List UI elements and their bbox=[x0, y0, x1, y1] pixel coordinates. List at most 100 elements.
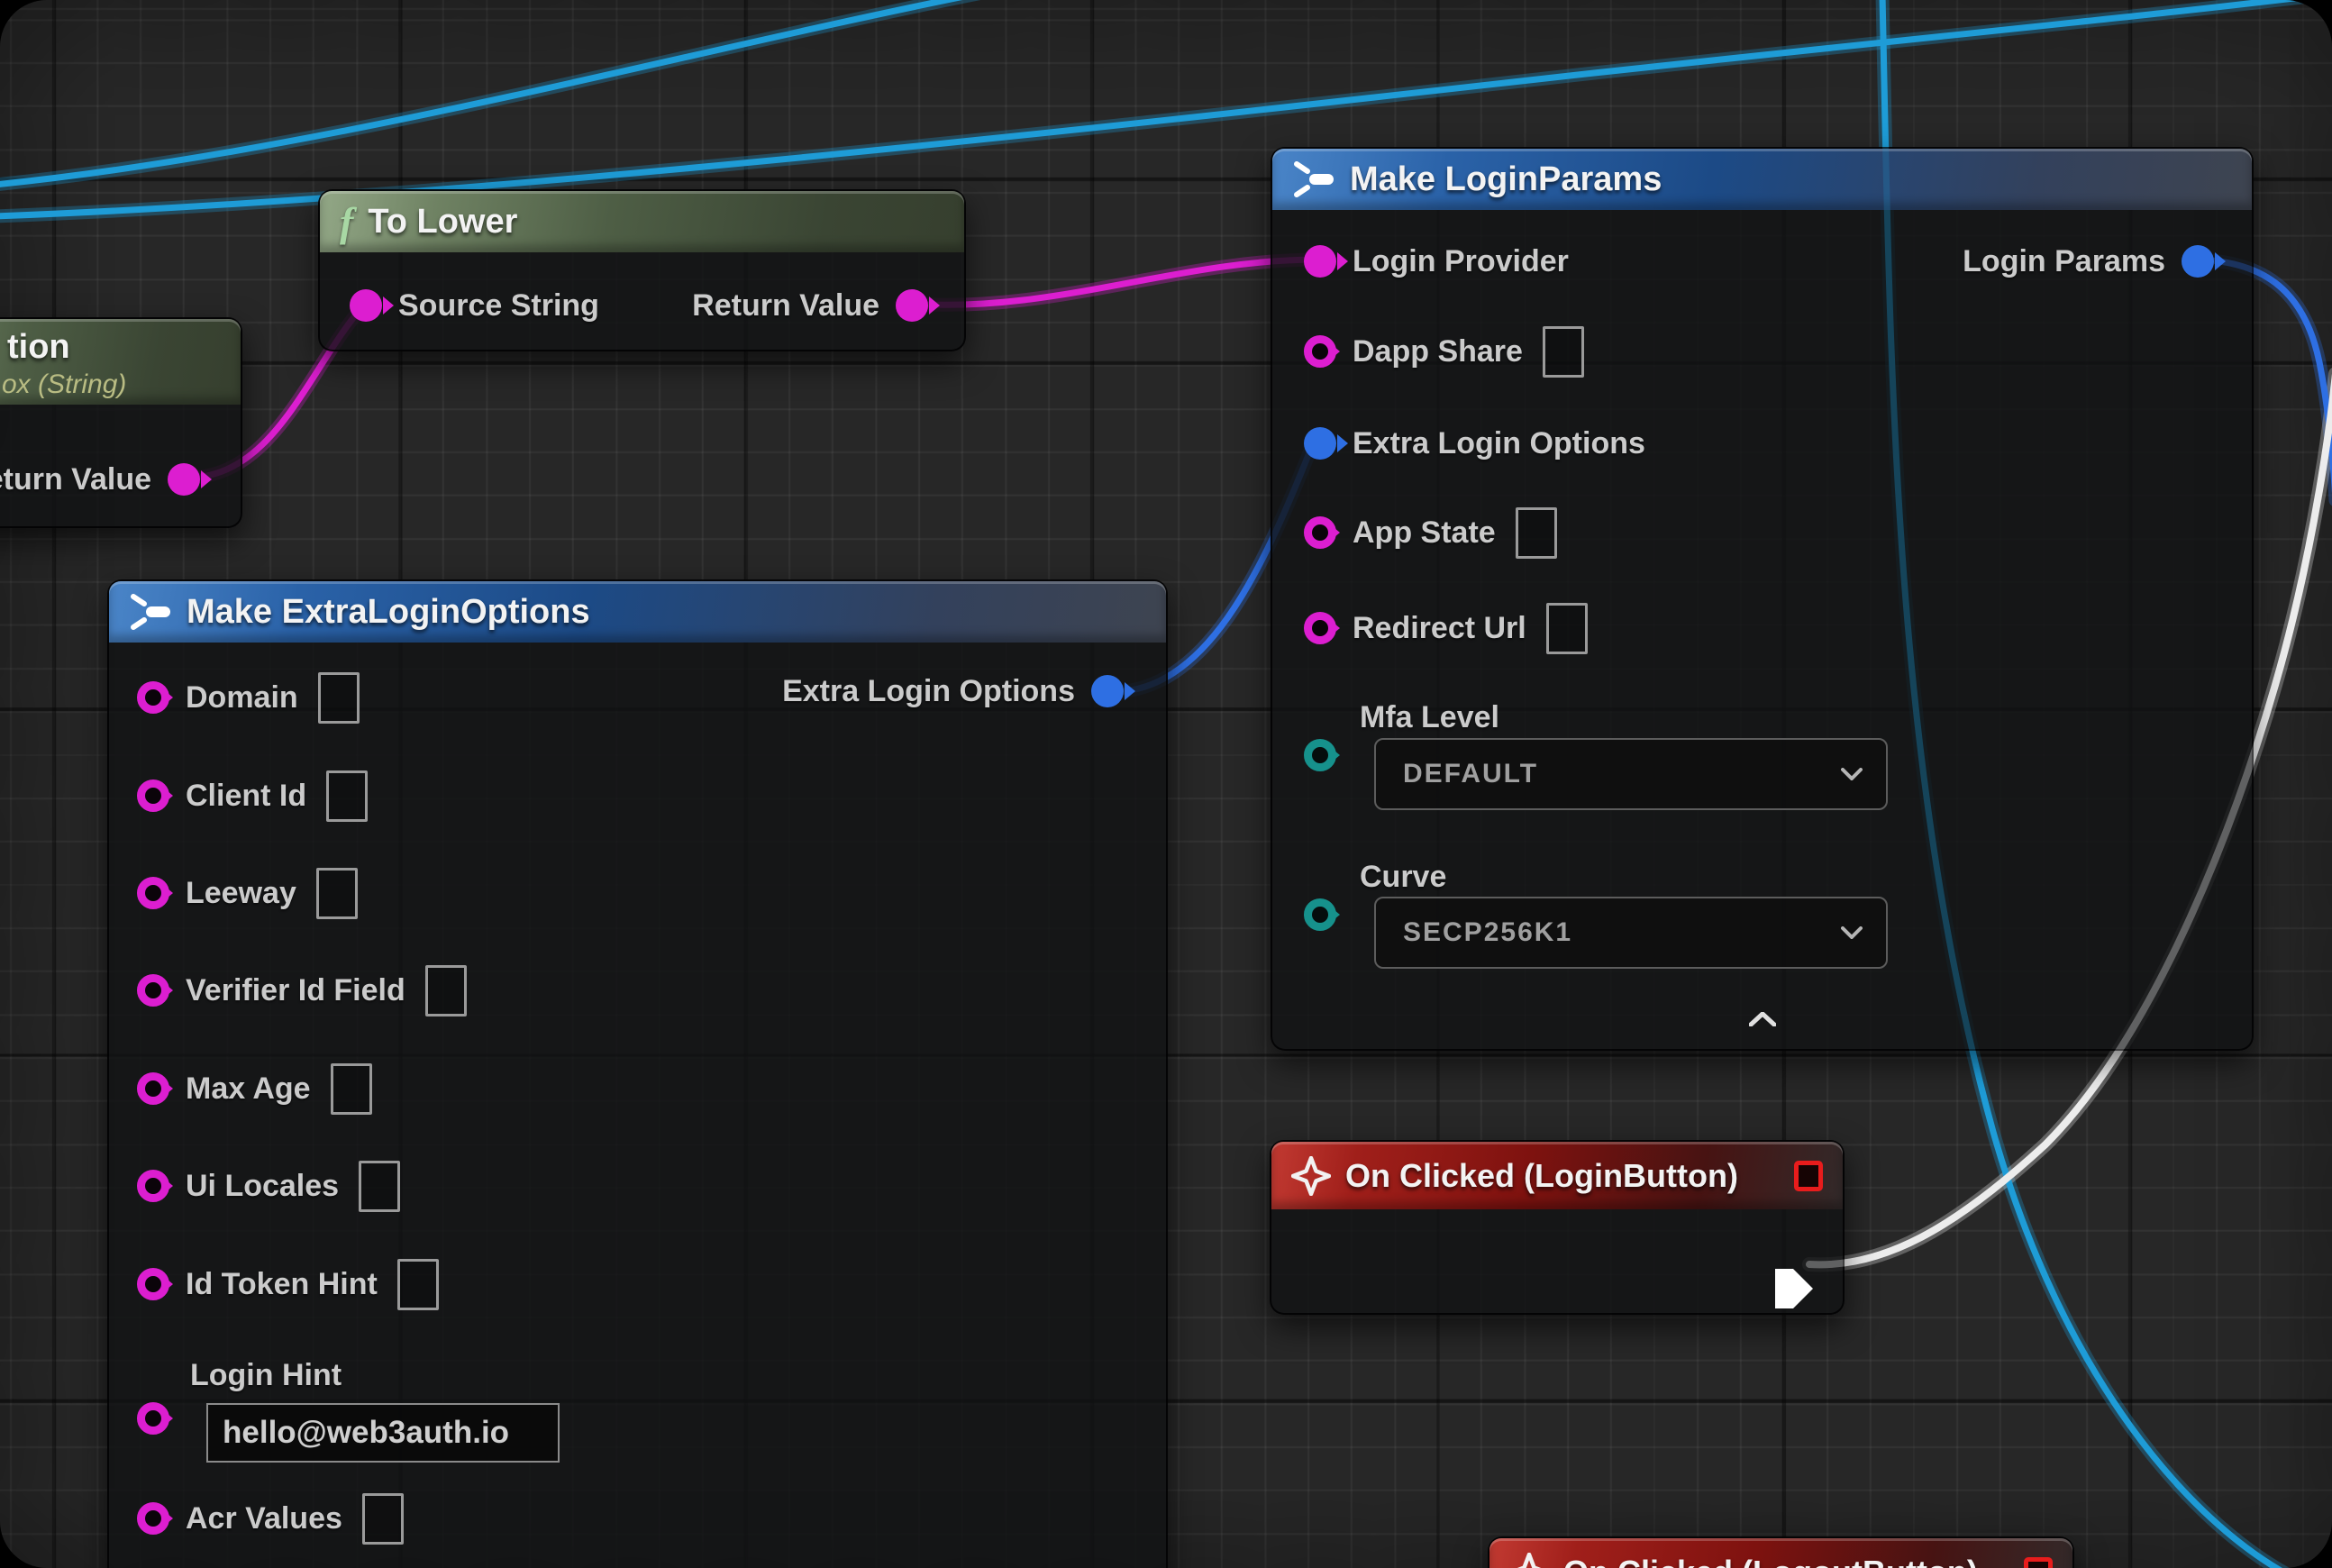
pin-row-acr-values: Acr Values bbox=[137, 1494, 404, 1543]
mfa-level-label: Mfa Level bbox=[1360, 700, 1499, 735]
pin-label: Max Age bbox=[186, 1071, 311, 1107]
pin-row-curve bbox=[1304, 890, 1336, 939]
pin-row-verifier-id-field: Verifier Id Field bbox=[137, 966, 467, 1015]
pin-row-client-id: Client Id bbox=[137, 771, 368, 820]
acr-values-checkbox[interactable] bbox=[362, 1493, 404, 1545]
event-icon bbox=[1509, 1553, 1549, 1568]
pin-label: Id Token Hint bbox=[186, 1267, 378, 1302]
node-on-clicked-logout-button[interactable]: On Clicked (LogoutButton) bbox=[1488, 1536, 2074, 1568]
node-make-extra-login-options[interactable]: Make ExtraLoginOptions Domain Client Id … bbox=[107, 579, 1168, 1568]
chevron-down-icon bbox=[1841, 926, 1863, 939]
pin-leeway[interactable] bbox=[137, 877, 169, 909]
pin-label: Return Value bbox=[692, 288, 879, 324]
pin-row-redirect-url: Redirect Url bbox=[1304, 604, 1588, 652]
node-subtitle-fragment: ox (String) bbox=[2, 369, 126, 400]
verifier-id-field-checkbox[interactable] bbox=[425, 965, 467, 1016]
pin-id-token-hint[interactable] bbox=[137, 1268, 169, 1300]
node-title: On Clicked (LogoutButton) bbox=[1563, 1554, 1978, 1568]
login-hint-label: Login Hint bbox=[190, 1358, 342, 1393]
node-get-text-partial[interactable]: tion ox (String) Return Value bbox=[0, 317, 242, 528]
dropdown-value: DEFAULT bbox=[1403, 759, 1538, 789]
pin-extra-login-options-in[interactable] bbox=[1304, 427, 1336, 460]
pin-redirect-url[interactable] bbox=[1304, 612, 1336, 644]
client-id-checkbox[interactable] bbox=[326, 770, 368, 822]
pin-row-return-value: Return Value bbox=[320, 281, 928, 330]
ui-locales-checkbox[interactable] bbox=[359, 1161, 400, 1212]
pin-label: Extra Login Options bbox=[1353, 426, 1645, 461]
node-title: Make LoginParams bbox=[1350, 160, 1662, 199]
pin-row-app-state: App State bbox=[1304, 508, 1557, 557]
node-header[interactable]: tion ox (String) bbox=[0, 319, 241, 405]
pin-row-dapp-share: Dapp Share bbox=[1304, 327, 1584, 376]
function-icon: f bbox=[340, 198, 353, 246]
pin-label: Extra Login Options bbox=[782, 674, 1075, 709]
node-header[interactable]: Make LoginParams bbox=[1272, 149, 2252, 210]
pin-acr-values[interactable] bbox=[137, 1502, 169, 1535]
make-struct-icon bbox=[1292, 160, 1335, 199]
node-header[interactable]: On Clicked (LogoutButton) bbox=[1489, 1538, 2072, 1568]
max-age-checkbox[interactable] bbox=[331, 1063, 372, 1115]
blueprint-editor: tion ox (String) Return Value f To Lower… bbox=[0, 0, 2332, 1568]
pin-label: App State bbox=[1353, 515, 1496, 551]
pin-row-login-params-out: Login Params bbox=[1272, 237, 2214, 286]
curve-dropdown[interactable]: SECP256K1 bbox=[1374, 897, 1888, 969]
node-make-login-params[interactable]: Make LoginParams Login Provider Dapp Sha… bbox=[1271, 147, 2254, 1051]
curve-label: Curve bbox=[1360, 860, 1446, 895]
node-title: On Clicked (LoginButton) bbox=[1345, 1157, 1738, 1195]
pin-extra-login-options-out[interactable] bbox=[1091, 675, 1124, 707]
pin-label: Leeway bbox=[186, 876, 296, 911]
pin-label: Redirect Url bbox=[1353, 611, 1526, 646]
event-icon bbox=[1291, 1156, 1331, 1196]
node-header[interactable]: On Clicked (LoginButton) bbox=[1271, 1142, 1843, 1209]
pin-row-ui-locales: Ui Locales bbox=[137, 1162, 400, 1210]
pin-label: Ui Locales bbox=[186, 1169, 339, 1204]
node-header[interactable]: f To Lower bbox=[320, 191, 964, 252]
pin-row-id-token-hint: Id Token Hint bbox=[137, 1260, 439, 1308]
app-state-checkbox[interactable] bbox=[1516, 507, 1557, 559]
node-to-lower[interactable]: f To Lower Source String Return Value bbox=[318, 189, 966, 351]
leeway-checkbox[interactable] bbox=[316, 868, 358, 919]
pin-curve[interactable] bbox=[1304, 898, 1336, 931]
node-title: To Lower bbox=[368, 203, 517, 242]
node-header[interactable]: Make ExtraLoginOptions bbox=[109, 581, 1166, 643]
node-title: Make ExtraLoginOptions bbox=[187, 593, 590, 632]
mfa-level-dropdown[interactable]: DEFAULT bbox=[1374, 738, 1888, 810]
pin-row-return-value: Return Value bbox=[0, 455, 200, 504]
node-on-clicked-login-button[interactable]: On Clicked (LoginButton) bbox=[1270, 1140, 1845, 1315]
dropdown-value: SECP256K1 bbox=[1403, 917, 1572, 948]
pin-login-hint[interactable] bbox=[137, 1402, 169, 1435]
pin-mfa-level[interactable] bbox=[1304, 739, 1336, 771]
pin-return-value[interactable] bbox=[168, 463, 200, 496]
pin-return-value[interactable] bbox=[896, 289, 928, 322]
pin-label: Client Id bbox=[186, 779, 306, 814]
login-hint-input[interactable]: hello@web3auth.io bbox=[206, 1403, 560, 1463]
collapse-node-button[interactable] bbox=[1749, 1012, 1776, 1031]
bound-event-icon[interactable] bbox=[1794, 1161, 1823, 1191]
pin-label: Return Value bbox=[0, 462, 151, 497]
pin-row-max-age: Max Age bbox=[137, 1064, 372, 1113]
chevron-up-icon bbox=[1749, 1012, 1776, 1026]
pin-row-extra-login-options-out: Extra Login Options bbox=[109, 667, 1124, 716]
pin-label: Acr Values bbox=[186, 1501, 342, 1536]
dapp-share-checkbox[interactable] bbox=[1543, 326, 1584, 378]
make-struct-icon bbox=[129, 592, 172, 632]
graph-canvas[interactable]: tion ox (String) Return Value f To Lower… bbox=[0, 0, 2332, 1568]
id-token-hint-checkbox[interactable] bbox=[397, 1259, 439, 1310]
node-title-fragment: tion bbox=[7, 328, 70, 367]
pin-row-login-hint bbox=[137, 1394, 169, 1443]
exec-pin-out[interactable] bbox=[1775, 1267, 1815, 1310]
pin-row-leeway: Leeway bbox=[137, 869, 358, 917]
pin-label: Verifier Id Field bbox=[186, 973, 405, 1008]
pin-login-params-out[interactable] bbox=[2182, 245, 2214, 278]
pin-max-age[interactable] bbox=[137, 1072, 169, 1105]
pin-client-id[interactable] bbox=[137, 779, 169, 812]
pin-label: Dapp Share bbox=[1353, 334, 1523, 369]
bound-event-icon[interactable] bbox=[2024, 1557, 2053, 1568]
pin-dapp-share[interactable] bbox=[1304, 335, 1336, 368]
pin-label: Login Params bbox=[1963, 244, 2165, 279]
redirect-url-checkbox[interactable] bbox=[1546, 603, 1588, 654]
pin-verifier-id-field[interactable] bbox=[137, 974, 169, 1007]
pin-row-mfa-level bbox=[1304, 731, 1336, 779]
pin-ui-locales[interactable] bbox=[137, 1170, 169, 1202]
pin-app-state[interactable] bbox=[1304, 516, 1336, 549]
